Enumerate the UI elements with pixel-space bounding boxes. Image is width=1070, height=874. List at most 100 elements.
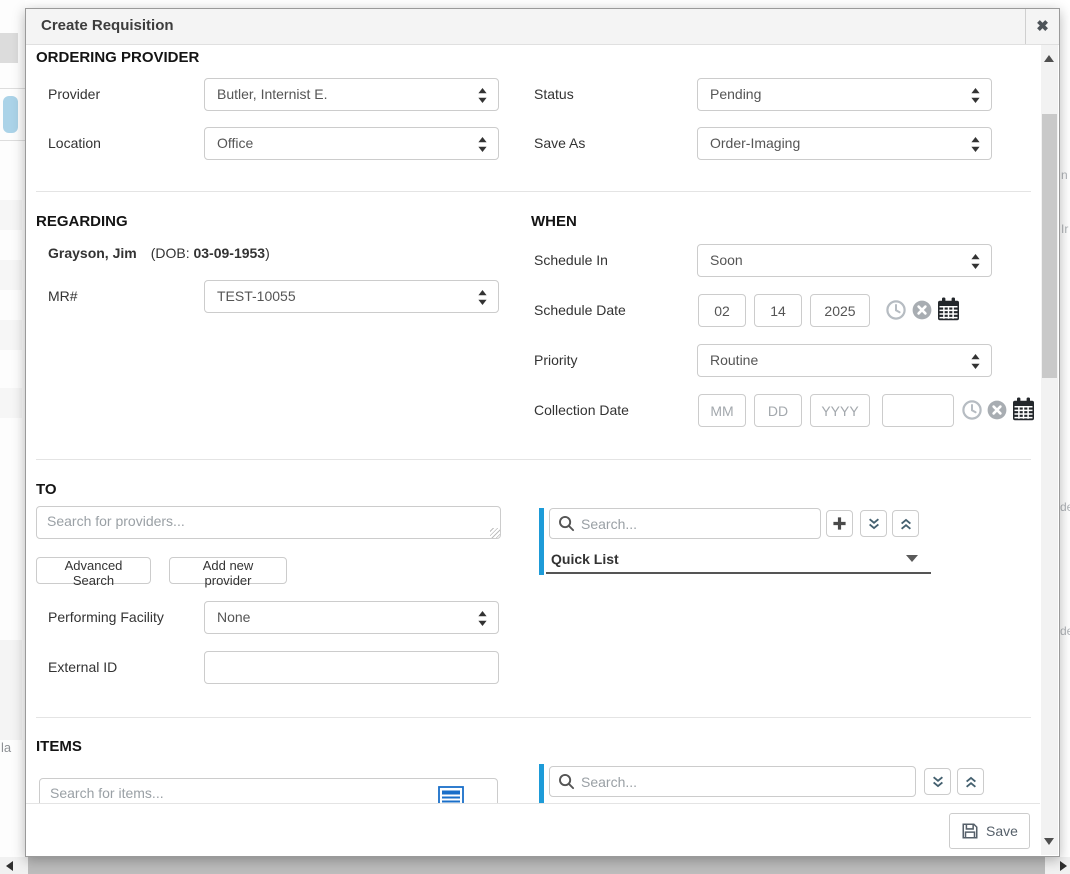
section-heading-to: TO	[36, 481, 57, 498]
provider-quick-search-input[interactable]	[581, 511, 816, 536]
save-icon	[961, 822, 979, 840]
search-icon	[558, 515, 575, 532]
section-heading-regarding: REGARDING	[36, 213, 128, 230]
collection-date-clear-icon[interactable]	[987, 400, 1007, 420]
schedule-in-select-value: Soon	[710, 252, 743, 268]
select-arrows-icon	[971, 137, 980, 157]
location-select[interactable]: Office	[204, 127, 499, 160]
quick-list-toggle[interactable]: Quick List	[551, 551, 619, 567]
mr-select[interactable]: TEST-10055	[204, 280, 499, 313]
section-divider	[36, 191, 1031, 192]
item-quick-search	[549, 766, 916, 797]
patient-name: Grayson, Jim	[48, 245, 137, 261]
status-label: Status	[534, 86, 574, 102]
create-requisition-dialog: Create Requisition ✖ ORDERING PROVIDER P…	[25, 8, 1060, 857]
dob-suffix: )	[265, 245, 270, 261]
provider-select[interactable]: Butler, Internist E.	[204, 78, 499, 111]
priority-select[interactable]: Routine	[697, 344, 992, 377]
background-text-fragment: n	[1061, 168, 1068, 182]
section-heading-ordering-provider: ORDERING PROVIDER	[36, 49, 199, 66]
external-id-label: External ID	[48, 659, 117, 675]
save-as-select[interactable]: Order-Imaging	[697, 127, 992, 160]
priority-select-value: Routine	[710, 352, 758, 368]
dob-prefix: (DOB:	[151, 245, 194, 261]
collection-date-time-input[interactable]	[882, 394, 954, 427]
scroll-right-arrow-icon[interactable]	[1060, 861, 1067, 871]
collection-date-time-icon[interactable]	[962, 400, 982, 420]
background-toolbar-fragment	[0, 33, 18, 63]
caret-down-icon[interactable]	[906, 555, 918, 562]
schedule-date-clear-icon[interactable]	[912, 300, 932, 320]
items-collapse-all-button[interactable]	[957, 768, 984, 795]
collection-date-month-input[interactable]	[698, 394, 746, 427]
schedule-date-time-icon[interactable]	[886, 300, 906, 320]
schedule-date-year-input[interactable]	[810, 294, 870, 327]
page-horizontal-scrollbar[interactable]	[0, 857, 1070, 874]
collection-date-year-input[interactable]	[810, 394, 870, 427]
item-quick-search-input[interactable]	[581, 769, 911, 794]
background-row-fragment	[0, 640, 22, 740]
background-text-fragment: de	[1060, 624, 1070, 638]
performing-facility-select-value: None	[217, 609, 250, 625]
scroll-down-arrow-icon[interactable]	[1044, 838, 1054, 845]
section-divider	[36, 459, 1031, 460]
collection-date-day-input[interactable]	[754, 394, 802, 427]
background-row-fragment	[0, 200, 22, 230]
patient-dob: (DOB: 03-09-1953)	[151, 245, 270, 261]
schedule-date-day-input[interactable]	[754, 294, 802, 327]
status-select-value: Pending	[710, 86, 761, 102]
dialog-body: ORDERING PROVIDER Provider Butler, Inter…	[26, 45, 1059, 856]
collapse-all-button[interactable]	[892, 510, 919, 537]
select-arrows-icon	[971, 254, 980, 274]
advanced-search-button[interactable]: Advanced Search	[36, 557, 151, 584]
save-as-label: Save As	[534, 135, 585, 151]
select-arrows-icon	[971, 354, 980, 374]
performing-facility-label: Performing Facility	[48, 609, 164, 625]
location-select-value: Office	[217, 135, 253, 151]
save-button-label: Save	[986, 823, 1018, 839]
scroll-left-arrow-icon[interactable]	[6, 861, 13, 871]
dialog-vertical-scrollbar[interactable]	[1041, 45, 1058, 855]
vertical-scrollbar-thumb[interactable]	[1042, 114, 1057, 378]
items-expand-all-button[interactable]	[924, 768, 951, 795]
performing-facility-select[interactable]: None	[204, 601, 499, 634]
background-text-fragment: de	[1060, 500, 1070, 514]
background-divider	[0, 140, 25, 141]
location-label: Location	[48, 135, 101, 151]
section-divider	[36, 717, 1031, 718]
horizontal-scrollbar-thumb[interactable]	[28, 857, 1045, 874]
quick-list-accent-bar	[539, 508, 544, 575]
collection-date-calendar-icon[interactable]	[1012, 397, 1035, 421]
background-text-fragment: Ir	[1061, 222, 1068, 236]
add-provider-list-button[interactable]	[826, 510, 853, 537]
select-arrows-icon	[478, 137, 487, 157]
collection-date-label: Collection Date	[534, 402, 629, 418]
section-heading-items: ITEMS	[36, 738, 82, 755]
save-as-select-value: Order-Imaging	[710, 135, 800, 151]
dialog-title: Create Requisition	[41, 17, 174, 34]
status-select[interactable]: Pending	[697, 78, 992, 111]
select-arrows-icon	[971, 88, 980, 108]
schedule-date-month-input[interactable]	[698, 294, 746, 327]
expand-all-button[interactable]	[860, 510, 887, 537]
add-new-provider-button[interactable]: Add new provider	[169, 557, 287, 584]
select-arrows-icon	[478, 290, 487, 310]
schedule-in-select[interactable]: Soon	[697, 244, 992, 277]
external-id-input[interactable]	[204, 651, 499, 684]
select-arrows-icon	[478, 88, 487, 108]
search-icon	[558, 773, 575, 790]
patient-summary: Grayson, Jim (DOB: 03-09-1953)	[48, 245, 270, 261]
schedule-date-label: Schedule Date	[534, 302, 626, 318]
provider-search-textarea[interactable]	[36, 506, 501, 539]
dialog-footer: Save	[26, 803, 1040, 856]
scroll-up-arrow-icon[interactable]	[1044, 55, 1054, 62]
background-row-fragment	[0, 388, 22, 418]
mr-label: MR#	[48, 288, 78, 304]
close-icon[interactable]: ✖	[1025, 9, 1059, 44]
priority-label: Priority	[534, 352, 578, 368]
resize-handle[interactable]	[490, 528, 500, 538]
schedule-date-calendar-icon[interactable]	[937, 297, 960, 321]
save-button[interactable]: Save	[949, 813, 1030, 849]
dialog-header: Create Requisition ✖	[26, 9, 1059, 45]
provider-select-value: Butler, Internist E.	[217, 86, 328, 102]
